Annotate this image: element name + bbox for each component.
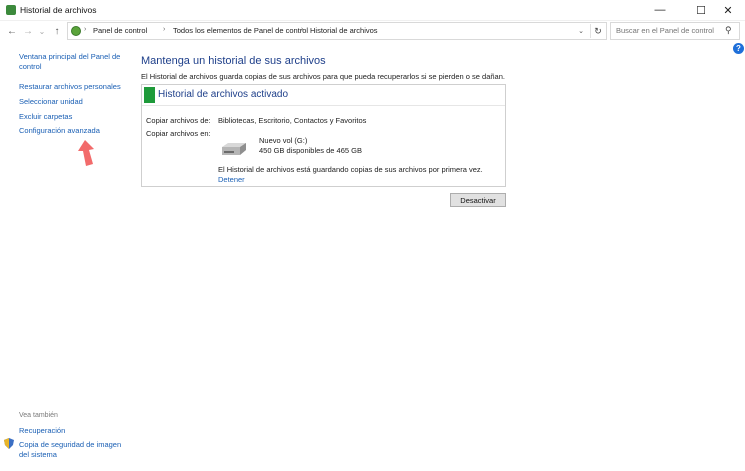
status-title: Historial de archivos activado [158, 89, 289, 100]
hard-drive-icon [222, 143, 246, 155]
drive-name: Nuevo vol (G:) [259, 136, 308, 145]
address-dropdown-icon[interactable]: ⌄ [575, 24, 587, 38]
title-bar: Historial de archivos — ☐ ✕ [0, 0, 745, 21]
drive-space: 450 GB disponibles de 465 GB [259, 146, 362, 155]
sidebar-item-select-drive[interactable]: Seleccionar unidad [19, 97, 83, 106]
progress-message: El Historial de archivos está guardando … [218, 165, 483, 174]
status-panel: Historial de archivos activado Copiar ar… [141, 84, 506, 187]
breadcrumb-file-history[interactable]: Historial de archivos [310, 26, 378, 35]
page-title: Mantenga un historial de sus archivos [141, 55, 326, 67]
shield-icon [4, 438, 14, 449]
copy-from-label: Copiar archivos de: [146, 116, 211, 125]
refresh-icon[interactable]: ↻ [590, 24, 605, 38]
breadcrumb-control-panel[interactable]: Panel de control [93, 26, 147, 35]
deactivate-button[interactable]: Desactivar [450, 193, 506, 207]
breadcrumb-separator[interactable]: › [301, 26, 303, 33]
breadcrumb-separator[interactable]: › [84, 26, 86, 33]
see-also-heading: Vea también [19, 412, 58, 419]
sidebar-item-exclude-folders[interactable]: Excluir carpetas [19, 112, 72, 121]
search-box[interactable]: ⚲ [610, 22, 740, 40]
page-description: El Historial de archivos guarda copias d… [141, 72, 505, 81]
control-panel-icon [71, 26, 81, 36]
copy-from-value: Bibliotecas, Escritorio, Contactos y Fav… [218, 116, 367, 125]
breadcrumb-separator[interactable]: › [163, 26, 165, 33]
sidebar-item-advanced-settings[interactable]: Configuración avanzada [19, 126, 100, 135]
search-input[interactable] [616, 26, 724, 35]
copy-to-label: Copiar archivos en: [146, 129, 211, 138]
window-title: Historial de archivos [20, 5, 97, 15]
back-arrow-icon[interactable]: ← [5, 23, 19, 39]
forward-arrow-icon[interactable]: → [21, 23, 35, 39]
stop-link[interactable]: Detener [218, 175, 245, 184]
up-arrow-icon[interactable]: ↑ [50, 23, 64, 39]
help-icon[interactable]: ? [733, 43, 744, 54]
minimize-button[interactable]: — [643, 0, 677, 20]
search-icon[interactable]: ⚲ [725, 25, 737, 37]
status-panel-header: Historial de archivos activado [142, 85, 505, 106]
close-button[interactable]: ✕ [711, 0, 745, 20]
breadcrumb-all-items[interactable]: Todos los elementos de Panel de control [173, 26, 308, 35]
see-also-recovery-link[interactable]: Recuperación [19, 426, 65, 435]
address-bar[interactable]: › Panel de control › Todos los elementos… [67, 22, 607, 40]
recent-locations-icon[interactable]: ⌄ [35, 23, 49, 39]
status-indicator-bar [144, 87, 155, 103]
sidebar-item-restore-files[interactable]: Restaurar archivos personales [19, 82, 121, 91]
control-panel-home-link[interactable]: Ventana principal del Panel de control [19, 52, 129, 72]
see-also-system-image-link[interactable]: Copia de seguridad de imagen del sistema [19, 440, 129, 460]
annotation-arrow-icon [78, 140, 94, 166]
file-history-app-icon [6, 5, 16, 15]
